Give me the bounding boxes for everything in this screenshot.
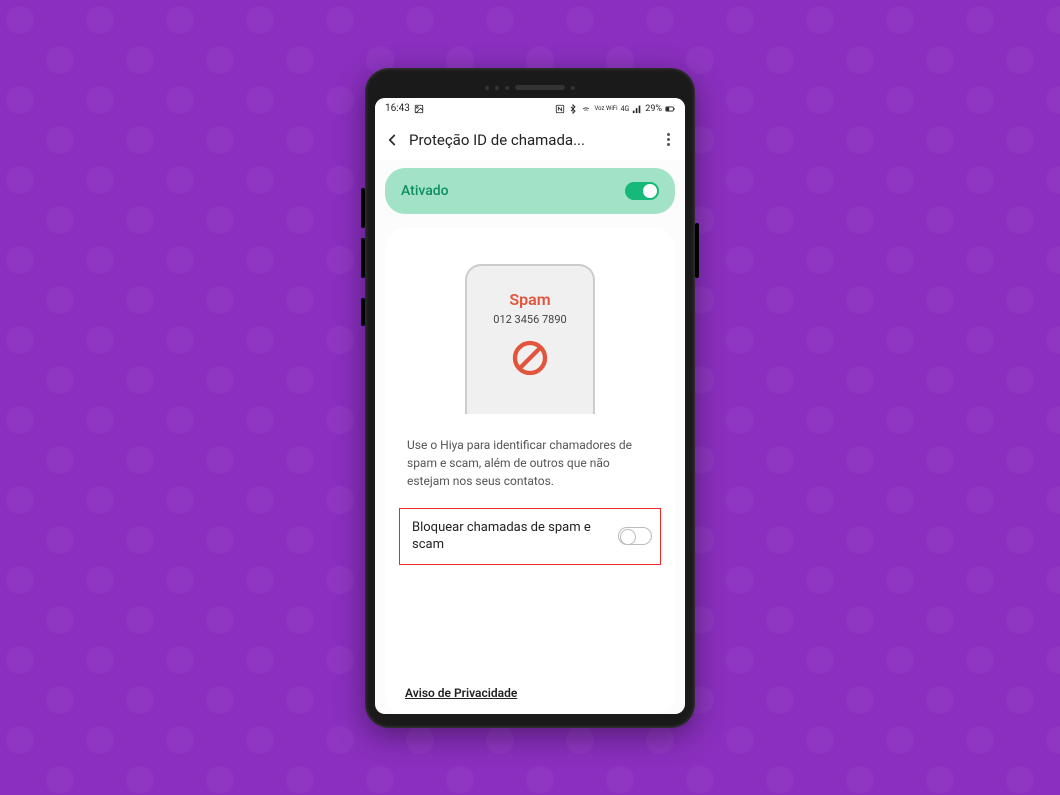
bixby-button[interactable] [361,298,365,326]
page-title: Proteção ID de chamada... [409,131,651,149]
screen: 16:43 Voz WiFi 4G 29% Proteção ID de cha… [375,98,685,714]
power-button[interactable] [695,223,699,278]
status-voice-wifi: Voz WiFi [594,106,617,112]
image-icon [414,104,424,114]
feature-description: Use o Hiya para identificar chamadores d… [407,436,653,490]
status-time: 16:43 [385,103,410,114]
phone-frame: 16:43 Voz WiFi 4G 29% Proteção ID de cha… [365,68,695,728]
spam-number: 012 3456 7890 [493,313,566,326]
more-options-icon[interactable] [659,131,677,149]
battery-icon [665,104,675,114]
block-spam-option-row[interactable]: Bloquear chamadas de spam e scam [399,508,661,565]
status-battery-percent: 29% [645,104,662,114]
block-spam-toggle[interactable] [618,527,652,545]
signal-icon [632,104,642,114]
status-signal-type: 4G [621,105,630,113]
spam-illustration: Spam 012 3456 7890 [465,264,595,414]
back-icon[interactable] [383,131,401,149]
volume-up-button[interactable] [361,188,365,228]
activated-status-card: Ativado [385,168,675,214]
privacy-notice-link[interactable]: Aviso de Privacidade [405,686,661,702]
activated-toggle[interactable] [625,182,659,200]
page-header: Proteção ID de chamada... [375,120,685,160]
nfc-icon [555,104,565,114]
volume-down-button[interactable] [361,238,365,278]
phone-top-sensors [375,78,685,98]
wifi-icon [581,104,591,114]
main-card: Spam 012 3456 7890 Use o Hiya para ident… [385,228,675,714]
block-icon [510,338,550,378]
bluetooth-icon [568,104,578,114]
spam-label: Spam [509,290,550,309]
status-bar: 16:43 Voz WiFi 4G 29% [375,98,685,120]
activated-label: Ativado [401,183,449,199]
block-spam-label: Bloquear chamadas de spam e scam [412,519,592,554]
